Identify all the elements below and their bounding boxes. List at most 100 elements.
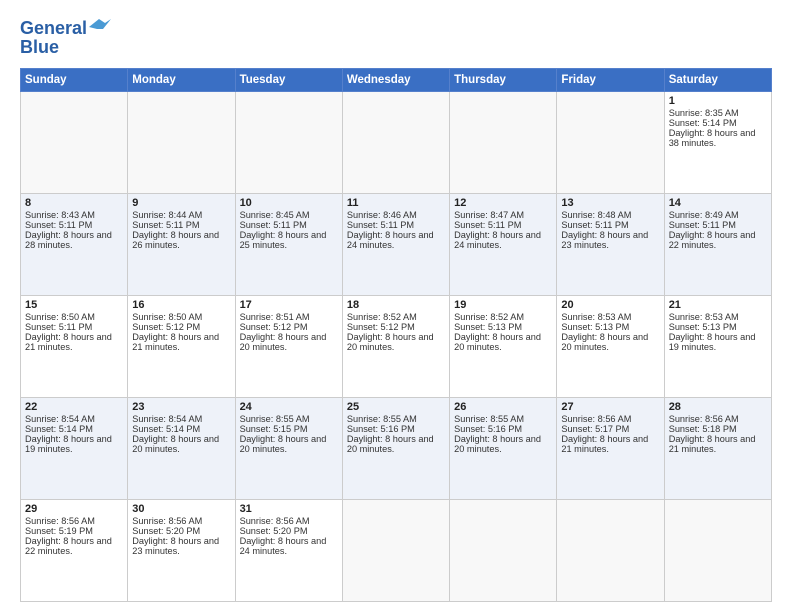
daylight: Daylight: 8 hours and 38 minutes. bbox=[669, 128, 756, 148]
day-header-sunday: Sunday bbox=[21, 69, 128, 92]
sunrise: Sunrise: 8:51 AM bbox=[240, 312, 310, 322]
daylight: Daylight: 8 hours and 20 minutes. bbox=[347, 332, 434, 352]
sunrise: Sunrise: 8:55 AM bbox=[240, 414, 310, 424]
week-row-3: 15 Sunrise: 8:50 AM Sunset: 5:11 PM Dayl… bbox=[21, 296, 772, 398]
daylight: Daylight: 8 hours and 20 minutes. bbox=[132, 434, 219, 454]
calendar-cell bbox=[557, 500, 664, 602]
sunrise: Sunrise: 8:52 AM bbox=[454, 312, 524, 322]
daylight: Daylight: 8 hours and 21 minutes. bbox=[561, 434, 648, 454]
calendar-cell: 10 Sunrise: 8:45 AM Sunset: 5:11 PM Dayl… bbox=[235, 194, 342, 296]
calendar-cell: 20 Sunrise: 8:53 AM Sunset: 5:13 PM Dayl… bbox=[557, 296, 664, 398]
sunset: Sunset: 5:11 PM bbox=[25, 220, 92, 230]
sunset: Sunset: 5:14 PM bbox=[132, 424, 200, 434]
sunrise: Sunrise: 8:45 AM bbox=[240, 210, 310, 220]
day-number: 16 bbox=[132, 299, 230, 311]
day-number: 9 bbox=[132, 197, 230, 209]
sunset: Sunset: 5:14 PM bbox=[25, 424, 93, 434]
calendar-cell: 17 Sunrise: 8:51 AM Sunset: 5:12 PM Dayl… bbox=[235, 296, 342, 398]
sunrise: Sunrise: 8:50 AM bbox=[132, 312, 202, 322]
sunrise: Sunrise: 8:44 AM bbox=[132, 210, 202, 220]
sunrise: Sunrise: 8:52 AM bbox=[347, 312, 417, 322]
calendar-cell: 22 Sunrise: 8:54 AM Sunset: 5:14 PM Dayl… bbox=[21, 398, 128, 500]
days-of-week-row: SundayMondayTuesdayWednesdayThursdayFrid… bbox=[21, 69, 772, 92]
sunset: Sunset: 5:17 PM bbox=[561, 424, 629, 434]
sunset: Sunset: 5:20 PM bbox=[240, 526, 308, 536]
sunset: Sunset: 5:16 PM bbox=[347, 424, 415, 434]
day-header-tuesday: Tuesday bbox=[235, 69, 342, 92]
calendar-body: 1 Sunrise: 8:35 AM Sunset: 5:14 PM Dayli… bbox=[21, 92, 772, 602]
daylight: Daylight: 8 hours and 20 minutes. bbox=[454, 332, 541, 352]
day-number: 11 bbox=[347, 197, 445, 209]
calendar-cell: 13 Sunrise: 8:48 AM Sunset: 5:11 PM Dayl… bbox=[557, 194, 664, 296]
calendar-cell bbox=[128, 92, 235, 194]
logo-blue: Blue bbox=[20, 37, 59, 58]
daylight: Daylight: 8 hours and 26 minutes. bbox=[132, 230, 219, 250]
day-number: 24 bbox=[240, 401, 338, 413]
sunrise: Sunrise: 8:56 AM bbox=[240, 516, 310, 526]
daylight: Daylight: 8 hours and 21 minutes. bbox=[669, 434, 756, 454]
calendar-cell: 23 Sunrise: 8:54 AM Sunset: 5:14 PM Dayl… bbox=[128, 398, 235, 500]
day-number: 25 bbox=[347, 401, 445, 413]
day-header-saturday: Saturday bbox=[664, 69, 771, 92]
sunrise: Sunrise: 8:54 AM bbox=[132, 414, 202, 424]
day-number: 10 bbox=[240, 197, 338, 209]
day-number: 21 bbox=[669, 299, 767, 311]
daylight: Daylight: 8 hours and 20 minutes. bbox=[347, 434, 434, 454]
day-number: 18 bbox=[347, 299, 445, 311]
daylight: Daylight: 8 hours and 19 minutes. bbox=[25, 434, 112, 454]
calendar-page: General Blue SundayMondayTuesdayWednesda… bbox=[0, 0, 792, 612]
sunrise: Sunrise: 8:54 AM bbox=[25, 414, 95, 424]
daylight: Daylight: 8 hours and 24 minutes. bbox=[240, 536, 327, 556]
week-row-2: 8 Sunrise: 8:43 AM Sunset: 5:11 PM Dayli… bbox=[21, 194, 772, 296]
calendar-cell: 16 Sunrise: 8:50 AM Sunset: 5:12 PM Dayl… bbox=[128, 296, 235, 398]
sunset: Sunset: 5:13 PM bbox=[454, 322, 522, 332]
day-number: 13 bbox=[561, 197, 659, 209]
daylight: Daylight: 8 hours and 19 minutes. bbox=[669, 332, 756, 352]
daylight: Daylight: 8 hours and 20 minutes. bbox=[240, 434, 327, 454]
header: General Blue bbox=[20, 18, 772, 58]
sunset: Sunset: 5:11 PM bbox=[25, 322, 92, 332]
week-row-1: 1 Sunrise: 8:35 AM Sunset: 5:14 PM Dayli… bbox=[21, 92, 772, 194]
sunset: Sunset: 5:12 PM bbox=[240, 322, 308, 332]
week-row-4: 22 Sunrise: 8:54 AM Sunset: 5:14 PM Dayl… bbox=[21, 398, 772, 500]
sunset: Sunset: 5:15 PM bbox=[240, 424, 308, 434]
calendar-cell: 12 Sunrise: 8:47 AM Sunset: 5:11 PM Dayl… bbox=[450, 194, 557, 296]
sunrise: Sunrise: 8:46 AM bbox=[347, 210, 417, 220]
sunrise: Sunrise: 8:43 AM bbox=[25, 210, 95, 220]
sunset: Sunset: 5:11 PM bbox=[132, 220, 199, 230]
calendar-cell: 8 Sunrise: 8:43 AM Sunset: 5:11 PM Dayli… bbox=[21, 194, 128, 296]
daylight: Daylight: 8 hours and 20 minutes. bbox=[454, 434, 541, 454]
sunrise: Sunrise: 8:50 AM bbox=[25, 312, 95, 322]
day-number: 1 bbox=[669, 95, 767, 107]
calendar-cell: 27 Sunrise: 8:56 AM Sunset: 5:17 PM Dayl… bbox=[557, 398, 664, 500]
calendar-cell: 18 Sunrise: 8:52 AM Sunset: 5:12 PM Dayl… bbox=[342, 296, 449, 398]
day-number: 30 bbox=[132, 503, 230, 515]
sunrise: Sunrise: 8:47 AM bbox=[454, 210, 524, 220]
calendar-cell: 26 Sunrise: 8:55 AM Sunset: 5:16 PM Dayl… bbox=[450, 398, 557, 500]
daylight: Daylight: 8 hours and 22 minutes. bbox=[25, 536, 112, 556]
day-number: 20 bbox=[561, 299, 659, 311]
daylight: Daylight: 8 hours and 28 minutes. bbox=[25, 230, 112, 250]
day-number: 28 bbox=[669, 401, 767, 413]
calendar-cell: 30 Sunrise: 8:56 AM Sunset: 5:20 PM Dayl… bbox=[128, 500, 235, 602]
sunrise: Sunrise: 8:48 AM bbox=[561, 210, 631, 220]
calendar-cell: 9 Sunrise: 8:44 AM Sunset: 5:11 PM Dayli… bbox=[128, 194, 235, 296]
sunset: Sunset: 5:13 PM bbox=[669, 322, 737, 332]
day-number: 22 bbox=[25, 401, 123, 413]
daylight: Daylight: 8 hours and 24 minutes. bbox=[454, 230, 541, 250]
day-header-thursday: Thursday bbox=[450, 69, 557, 92]
calendar-cell bbox=[342, 92, 449, 194]
calendar-cell: 14 Sunrise: 8:49 AM Sunset: 5:11 PM Dayl… bbox=[664, 194, 771, 296]
calendar-cell: 21 Sunrise: 8:53 AM Sunset: 5:13 PM Dayl… bbox=[664, 296, 771, 398]
daylight: Daylight: 8 hours and 21 minutes. bbox=[25, 332, 112, 352]
sunset: Sunset: 5:11 PM bbox=[347, 220, 414, 230]
day-number: 31 bbox=[240, 503, 338, 515]
calendar-cell bbox=[664, 500, 771, 602]
sunset: Sunset: 5:11 PM bbox=[561, 220, 628, 230]
calendar-cell bbox=[21, 92, 128, 194]
calendar-cell: 24 Sunrise: 8:55 AM Sunset: 5:15 PM Dayl… bbox=[235, 398, 342, 500]
calendar-cell bbox=[557, 92, 664, 194]
calendar-cell: 28 Sunrise: 8:56 AM Sunset: 5:18 PM Dayl… bbox=[664, 398, 771, 500]
daylight: Daylight: 8 hours and 21 minutes. bbox=[132, 332, 219, 352]
day-number: 29 bbox=[25, 503, 123, 515]
